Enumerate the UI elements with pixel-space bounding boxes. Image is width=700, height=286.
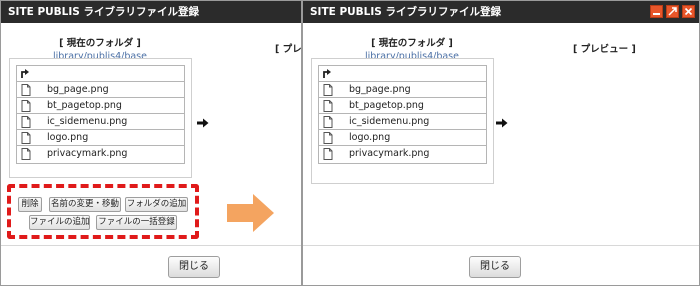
file-icon xyxy=(323,84,333,96)
file-row[interactable]: bt_pagetop.png xyxy=(17,98,184,114)
file-row[interactable]: ic_sidemenu.png xyxy=(319,114,486,130)
current-folder-label: [ 現在のフォルダ ] xyxy=(59,38,141,49)
up-folder-row[interactable] xyxy=(319,66,486,82)
file-icon xyxy=(21,132,31,144)
file-row[interactable]: bg_page.png xyxy=(17,82,184,98)
close-button[interactable]: 閉じる xyxy=(168,256,220,278)
maximize-icon[interactable] xyxy=(666,5,679,18)
current-folder-label: [ 現在のフォルダ ] xyxy=(371,38,453,49)
bulk-register-button[interactable]: ファイルの一括登録 xyxy=(96,215,177,230)
up-folder-row[interactable] xyxy=(17,66,184,82)
dialog-titlebar: SITE PUBLIS ライブラリファイル登録 xyxy=(1,1,301,23)
preview-label: [ プレビュー ] xyxy=(573,44,636,55)
rename-move-button[interactable]: 名前の変更・移動 xyxy=(49,197,121,212)
file-name[interactable]: privacymark.png xyxy=(349,146,429,162)
file-icon xyxy=(21,116,31,128)
file-row[interactable]: bg_page.png xyxy=(319,82,486,98)
footer-divider xyxy=(303,245,699,246)
file-name[interactable]: bt_pagetop.png xyxy=(47,98,122,114)
file-name[interactable]: ic_sidemenu.png xyxy=(47,114,127,130)
file-name[interactable]: bg_page.png xyxy=(349,82,411,98)
transition-arrow-icon xyxy=(227,194,274,232)
delete-button[interactable]: 削除 xyxy=(18,197,42,212)
arrow-right-icon[interactable] xyxy=(496,118,508,128)
file-icon xyxy=(21,84,31,96)
footer-divider xyxy=(1,245,301,246)
up-folder-icon[interactable] xyxy=(322,67,332,79)
file-list: bg_page.png bt_pagetop.png ic_sidemenu.p… xyxy=(318,65,487,164)
up-folder-icon[interactable] xyxy=(20,67,30,79)
add-file-button[interactable]: ファイルの追加 xyxy=(29,215,90,230)
close-icon[interactable] xyxy=(682,5,695,18)
file-name[interactable]: bg_page.png xyxy=(47,82,109,98)
dialog-title: SITE PUBLIS ライブラリファイル登録 xyxy=(310,6,501,18)
dialog-window-left: SITE PUBLIS ライブラリファイル登録 [ 現在のフォルダ ] libr… xyxy=(0,0,302,286)
file-row[interactable]: logo.png xyxy=(17,130,184,146)
close-button[interactable]: 閉じる xyxy=(469,256,521,278)
arrow-right-icon[interactable] xyxy=(197,118,209,128)
dialog-title: SITE PUBLIS ライブラリファイル登録 xyxy=(8,6,199,18)
file-icon xyxy=(323,132,333,144)
file-icon xyxy=(21,100,31,112)
file-icon xyxy=(323,148,333,160)
add-folder-button[interactable]: フォルダの追加 xyxy=(125,197,188,212)
minimize-icon[interactable] xyxy=(650,5,663,18)
file-icon xyxy=(323,116,333,128)
window-controls xyxy=(650,5,695,18)
file-list: bg_page.png bt_pagetop.png ic_sidemenu.p… xyxy=(16,65,185,164)
file-name[interactable]: bt_pagetop.png xyxy=(349,98,424,114)
file-row[interactable]: logo.png xyxy=(319,130,486,146)
file-row[interactable]: ic_sidemenu.png xyxy=(17,114,184,130)
dialog-titlebar: SITE PUBLIS ライブラリファイル登録 xyxy=(303,1,699,23)
file-name[interactable]: logo.png xyxy=(349,130,390,146)
file-name[interactable]: privacymark.png xyxy=(47,146,127,162)
file-name[interactable]: logo.png xyxy=(47,130,88,146)
file-row[interactable]: privacymark.png xyxy=(17,146,184,162)
file-name[interactable]: ic_sidemenu.png xyxy=(349,114,429,130)
file-icon xyxy=(21,148,31,160)
file-row[interactable]: privacymark.png xyxy=(319,146,486,162)
preview-label: [ プレビュ xyxy=(275,44,302,55)
dialog-window-right: SITE PUBLIS ライブラリファイル登録 [ 現在のフォルダ ] libr… xyxy=(302,0,700,286)
file-icon xyxy=(323,100,333,112)
file-row[interactable]: bt_pagetop.png xyxy=(319,98,486,114)
